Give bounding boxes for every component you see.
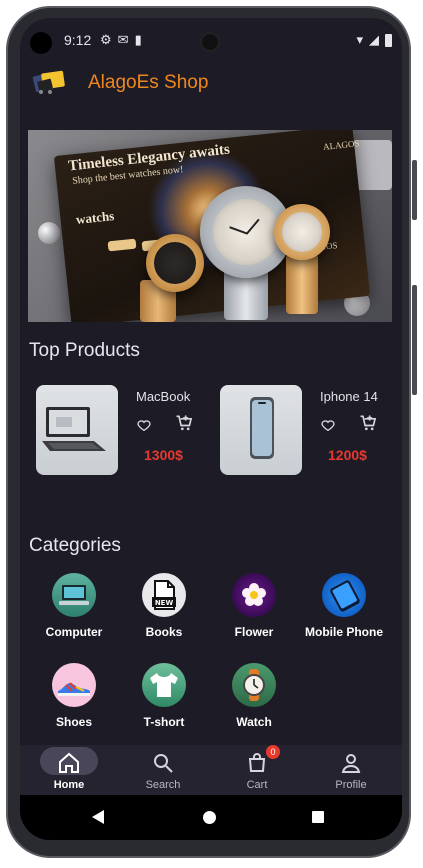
status-time: 9:12	[64, 32, 92, 48]
product-name: Iphone 14	[320, 389, 378, 404]
section-title-categories: Categories	[29, 535, 121, 556]
category-books[interactable]: NEW Books	[120, 573, 208, 639]
nav-label: Profile	[335, 779, 367, 791]
home-circle-icon[interactable]	[203, 811, 216, 824]
sim-card-icon: ▮	[134, 32, 142, 47]
svg-text:NEW: NEW	[155, 599, 174, 607]
system-navigation-bar	[20, 795, 402, 840]
banner-decor-knob	[38, 222, 60, 244]
wifi-icon: ▾	[356, 32, 363, 47]
nav-label: Home	[53, 779, 85, 791]
section-title-top-products: Top Products	[29, 340, 140, 361]
power-button	[412, 160, 417, 220]
status-system-icons: ▾ ◢	[356, 32, 392, 48]
back-icon[interactable]	[92, 810, 104, 824]
app-screen: 9:12 ⚙ ✉ ▮ ▾ ◢ AlagoEs Shop Timeless Ele	[20, 18, 402, 840]
smartphone-icon	[322, 573, 366, 617]
product-price: 1200$	[328, 447, 367, 463]
app-bar: AlagoEs Shop	[20, 62, 402, 106]
status-notification-icons: ⚙ ✉ ▮	[100, 32, 142, 48]
camera-cutout	[30, 32, 52, 54]
category-label: Shoes	[55, 715, 92, 729]
cart-badge: 0	[266, 745, 280, 759]
category-watch[interactable]: Watch	[210, 663, 298, 729]
category-flower[interactable]: Flower	[210, 573, 298, 639]
status-bar: 9:12 ⚙ ✉ ▮ ▾ ◢	[20, 18, 402, 62]
signal-icon: ◢	[369, 32, 379, 47]
battery-icon	[385, 33, 392, 47]
category-shoes[interactable]: Shoes	[30, 663, 118, 729]
front-camera	[200, 32, 220, 52]
product-image-iphone	[220, 385, 302, 475]
volume-button	[412, 285, 417, 395]
recents-icon[interactable]	[312, 811, 324, 823]
category-label: Flower	[234, 625, 274, 639]
category-tshirt[interactable]: T-short	[120, 663, 208, 729]
cart-icon	[248, 753, 266, 772]
mail-icon: ✉	[117, 32, 129, 47]
book-new-icon: NEW	[142, 573, 186, 617]
category-computer[interactable]: Computer	[30, 573, 118, 639]
category-label: Mobile Phone	[305, 625, 383, 639]
nav-label: Cart	[246, 779, 268, 791]
category-label: Computer	[45, 625, 103, 639]
watch-icon	[232, 663, 276, 707]
nav-search[interactable]: Search	[116, 745, 210, 795]
product-card[interactable]: Iphone 14 1200$	[212, 383, 392, 479]
home-icon	[59, 752, 79, 773]
add-to-cart-icon[interactable]	[358, 413, 378, 433]
add-to-cart-icon[interactable]	[174, 413, 194, 433]
nav-label: Search	[145, 779, 181, 791]
product-price: 1300$	[144, 447, 183, 463]
watch-rose-gold	[274, 204, 330, 260]
search-icon	[154, 754, 173, 773]
sneaker-icon	[52, 663, 96, 707]
category-label: T-short	[143, 715, 185, 729]
app-title: AlagoEs Shop	[88, 72, 209, 93]
product-name: MacBook	[136, 389, 191, 404]
nav-home[interactable]: Home	[22, 745, 116, 795]
nav-cart[interactable]: 0 Cart	[210, 745, 304, 795]
watch-gold	[146, 234, 204, 292]
nav-profile[interactable]: Profile	[304, 745, 398, 795]
category-mobile-phone[interactable]: Mobile Phone	[300, 573, 388, 639]
watch-strap	[286, 254, 318, 314]
gear-icon: ⚙	[100, 32, 112, 47]
category-label: Watch	[236, 715, 272, 729]
person-icon	[341, 754, 361, 773]
category-label: Books	[145, 625, 183, 639]
favorite-heart-icon[interactable]	[136, 417, 152, 433]
product-card[interactable]: MacBook 1300$	[28, 383, 208, 479]
product-image-macbook	[36, 385, 118, 475]
flower-icon	[232, 573, 276, 617]
bottom-navigation: Home Search 0 Cart Profile	[20, 745, 402, 795]
laptop-icon	[52, 573, 96, 617]
promo-banner-carousel[interactable]: Timeless Elegancy awaits Shop the best w…	[28, 130, 392, 322]
shop-logo	[32, 70, 65, 94]
tshirt-icon	[142, 663, 186, 707]
favorite-heart-icon[interactable]	[320, 417, 336, 433]
